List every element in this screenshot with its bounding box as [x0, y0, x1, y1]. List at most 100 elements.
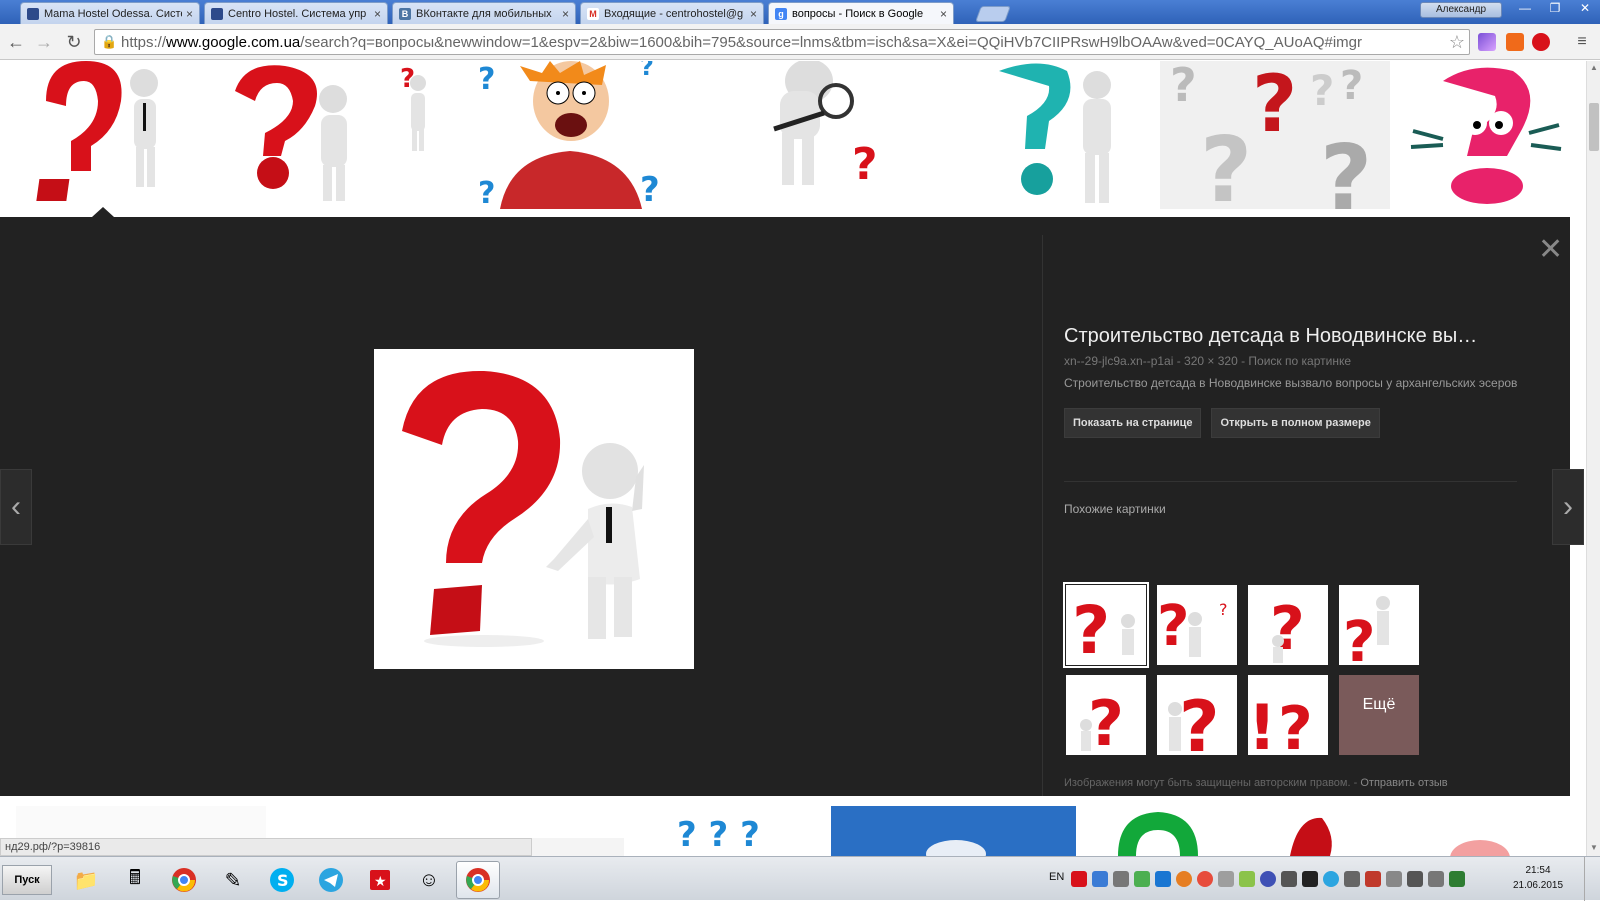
image-thumb-3[interactable]: ? ? ? ?: [470, 61, 672, 209]
tray-app-icon[interactable]: [1071, 871, 1087, 887]
image-thumb-9[interactable]: [532, 838, 624, 856]
profile-button[interactable]: Александр: [1420, 2, 1502, 18]
restore-button[interactable]: ❐: [1540, 0, 1570, 18]
forward-arrow-icon[interactable]: →: [34, 32, 54, 52]
tray-app-icon[interactable]: [1155, 871, 1171, 887]
similar-image-7[interactable]: !?: [1248, 675, 1328, 755]
tab-google-search[interactable]: g вопросы - Поиск в Google ×: [768, 2, 954, 24]
tray-app-icon[interactable]: [1344, 871, 1360, 887]
tab-mama-hostel[interactable]: Mama Hostel Odessa. Систе ×: [20, 2, 200, 24]
page-scrollbar[interactable]: ▲ ▼: [1586, 61, 1600, 856]
preview-actions: Показать на странице Открыть в полном ра…: [1064, 408, 1524, 438]
tray-app-icon[interactable]: [1365, 871, 1381, 887]
scroll-down-arrow-icon[interactable]: ▼: [1587, 841, 1600, 855]
show-desktop-button[interactable]: [1584, 857, 1600, 901]
reload-icon[interactable]: ↻: [64, 32, 84, 52]
windows-taskbar: Пуск 📁 🖩 ✎ S ★ ☺ EN 21:54 21.06.2015: [0, 856, 1600, 901]
close-icon[interactable]: ×: [374, 7, 381, 21]
send-feedback-link[interactable]: Отправить отзыв: [1360, 777, 1447, 789]
network-icon[interactable]: [1407, 871, 1423, 887]
image-thumb-11[interactable]: [831, 806, 1076, 856]
tab-title: ВКонтакте для мобильных: [416, 7, 552, 20]
tray-app-icon[interactable]: [1197, 871, 1213, 887]
language-indicator[interactable]: EN: [1049, 871, 1064, 883]
tray-app-icon[interactable]: [1281, 871, 1297, 887]
similar-image-5[interactable]: ?: [1066, 675, 1146, 755]
similar-image-2[interactable]: ??: [1157, 585, 1237, 665]
adblock-extension-icon[interactable]: [1532, 33, 1550, 51]
tab-title: Mama Hostel Odessa. Систе: [44, 7, 182, 20]
menu-icon[interactable]: ≡: [1572, 32, 1592, 52]
close-icon[interactable]: ×: [562, 7, 569, 21]
drive-icon[interactable]: [1449, 871, 1465, 887]
similar-image-1[interactable]: ?: [1063, 582, 1149, 668]
calculator-icon[interactable]: 🖩: [113, 861, 157, 899]
svg-text:?: ?: [1170, 61, 1197, 112]
skype-icon[interactable]: S: [260, 861, 304, 899]
close-icon[interactable]: ×: [186, 7, 193, 21]
chrome-open-window-icon[interactable]: [456, 861, 500, 899]
minimize-button[interactable]: —: [1510, 0, 1540, 18]
tray-app-icon[interactable]: [1218, 871, 1234, 887]
file-explorer-icon[interactable]: 📁: [64, 861, 108, 899]
new-tab-button[interactable]: [975, 6, 1011, 22]
image-thumb-6[interactable]: ? ? ? ? ? ?: [1160, 61, 1390, 209]
volume-icon[interactable]: [1428, 871, 1444, 887]
smiley-app-icon[interactable]: ☺: [407, 861, 451, 899]
next-image-button[interactable]: ›: [1552, 469, 1584, 545]
close-icon[interactable]: ×: [750, 7, 757, 21]
scroll-thumb[interactable]: [1589, 103, 1599, 151]
open-full-size-button[interactable]: Открыть в полном размере: [1211, 408, 1380, 438]
bookmark-star-icon[interactable]: ☆: [1449, 32, 1465, 53]
tray-app-icon[interactable]: [1323, 871, 1339, 887]
image-thumb-1[interactable]: [16, 61, 192, 209]
image-title[interactable]: Строительство детсада в Новодвинске вы…: [1064, 325, 1524, 348]
image-thumb-10[interactable]: ? ? ?: [637, 806, 819, 856]
tab-centro-hostel[interactable]: Centro Hostel. Система упр ×: [204, 2, 388, 24]
svg-text:?: ?: [1343, 610, 1375, 665]
address-bar[interactable]: 🔒 https://www.google.com.ua/search?q=воп…: [94, 29, 1470, 55]
bookmark-app-icon[interactable]: ★: [358, 861, 402, 899]
image-description: Строительство детсада в Новодвинске вызв…: [1064, 376, 1518, 390]
tab-vkontakte[interactable]: B ВКонтакте для мобильных ×: [392, 2, 576, 24]
close-preview-icon[interactable]: ✕: [1538, 235, 1563, 265]
tray-app-icon[interactable]: [1302, 871, 1318, 887]
tab-gmail[interactable]: M Входящие - centrohostel@g ×: [580, 2, 764, 24]
scroll-up-arrow-icon[interactable]: ▲: [1587, 61, 1600, 75]
feather-extension-icon[interactable]: [1478, 33, 1496, 51]
pen-app-icon[interactable]: ✎: [211, 861, 255, 899]
tray-app-icon[interactable]: [1176, 871, 1192, 887]
selected-thumb-caret: [92, 207, 114, 217]
preview-image[interactable]: [374, 349, 694, 669]
tray-app-icon[interactable]: [1113, 871, 1129, 887]
image-thumb-13[interactable]: [1240, 806, 1568, 856]
previous-image-button[interactable]: ‹: [0, 469, 32, 545]
close-icon[interactable]: ×: [940, 7, 947, 21]
t-extension-icon[interactable]: [1506, 33, 1524, 51]
similar-image-6[interactable]: ?: [1157, 675, 1237, 755]
similar-image-4[interactable]: ?: [1339, 585, 1419, 665]
image-thumb-4[interactable]: ?: [684, 61, 967, 189]
image-thumb-2[interactable]: ?: [205, 61, 459, 207]
image-thumb-7[interactable]: [1403, 61, 1569, 209]
clock[interactable]: 21:54 21.06.2015: [1508, 863, 1568, 893]
copyright-note: Изображения могут быть защищены авторски…: [1064, 777, 1448, 789]
more-similar-button[interactable]: Ещё: [1339, 675, 1419, 755]
start-button[interactable]: Пуск: [2, 865, 52, 895]
telegram-icon[interactable]: [309, 861, 353, 899]
back-arrow-icon[interactable]: ←: [6, 32, 26, 52]
show-on-page-button[interactable]: Показать на странице: [1064, 408, 1202, 438]
svg-text:?: ?: [640, 61, 654, 81]
image-thumb-12[interactable]: [1088, 806, 1228, 856]
tray-app-icon[interactable]: [1260, 871, 1276, 887]
browser-toolbar: ← → ↻ 🔒 https://www.google.com.ua/search…: [0, 24, 1600, 60]
similar-image-3[interactable]: ?: [1248, 585, 1328, 665]
tray-app-icon[interactable]: [1092, 871, 1108, 887]
chrome-app-icon[interactable]: [162, 861, 206, 899]
close-window-button[interactable]: ✕: [1570, 0, 1600, 18]
svg-text:?: ?: [852, 139, 878, 189]
tray-app-icon[interactable]: [1386, 871, 1402, 887]
tray-app-icon[interactable]: [1134, 871, 1150, 887]
tray-app-icon[interactable]: [1239, 871, 1255, 887]
image-thumb-5[interactable]: [979, 61, 1149, 209]
